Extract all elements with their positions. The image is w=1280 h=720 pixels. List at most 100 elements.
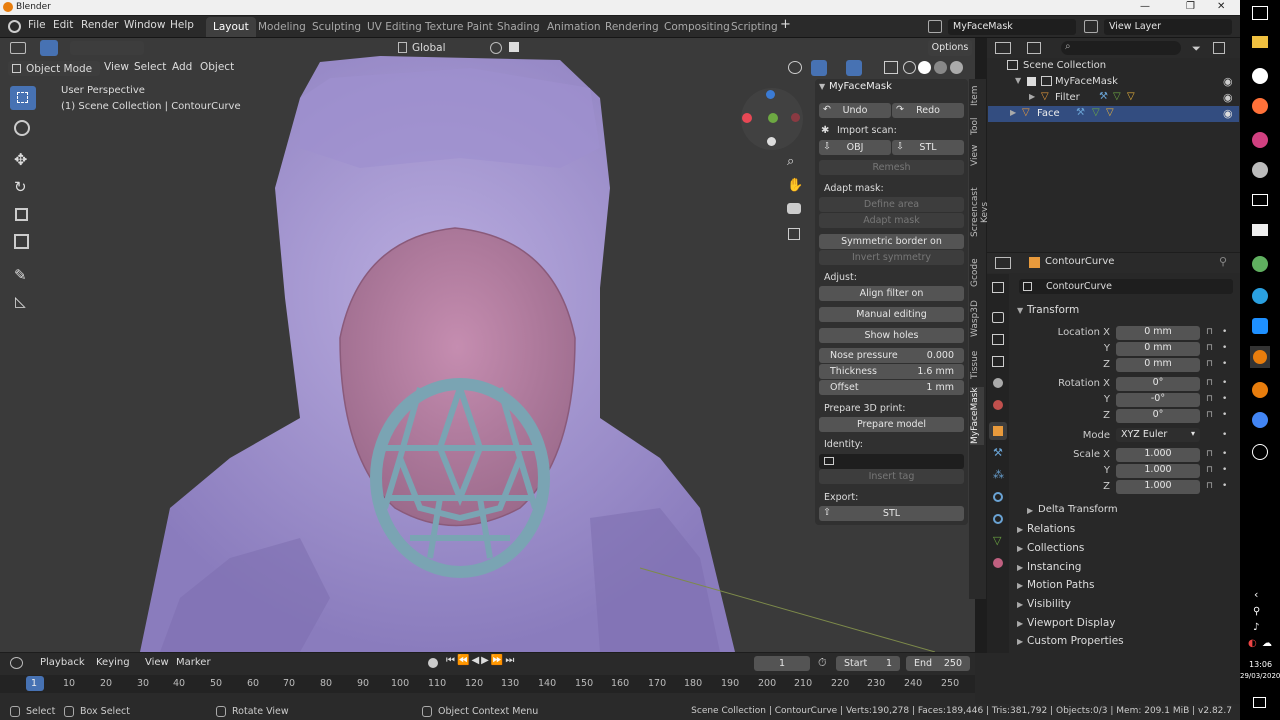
outliner-row-face-selected[interactable]: ▶ ▽ Face ⚒ ▽ ▽ ◉ (988, 106, 1239, 122)
define-area-button[interactable]: Define area (819, 197, 964, 212)
expand-icon[interactable]: ▶ (1017, 544, 1023, 553)
stopwatch-icon[interactable]: ⏱ (818, 656, 827, 670)
jump-end-icon[interactable]: ⏭ (505, 655, 516, 666)
lock-icon[interactable]: ⊓ (1206, 410, 1213, 420)
tab-myfacemask[interactable]: MyFaceMask (970, 387, 984, 445)
menu-help[interactable]: Help (170, 19, 194, 31)
add-workspace-button[interactable]: + (780, 17, 791, 32)
timeline-menu-playback[interactable]: Playback (40, 657, 85, 668)
timeline-editor-icon[interactable] (10, 657, 23, 669)
show-holes-button[interactable]: Show holes (819, 328, 964, 343)
outliner-scene-collection[interactable]: Scene Collection (1023, 60, 1106, 71)
tab-gcode[interactable]: Gcode (970, 257, 984, 289)
expand-icon[interactable]: ▶ (1017, 637, 1023, 646)
offset-field[interactable]: Offset 1 mm (819, 380, 964, 395)
viewport-display-section[interactable]: Viewport Display (1027, 617, 1115, 629)
transform-orientation-dropdown[interactable]: Global (412, 42, 446, 54)
tab-item[interactable]: Item (970, 84, 984, 108)
panel-collapse-icon[interactable]: ▼ (819, 82, 825, 91)
rotation-z-field[interactable]: 0° (1116, 409, 1200, 423)
scale-tool-icon[interactable] (15, 208, 28, 221)
tab-layout[interactable]: Layout (206, 17, 256, 37)
x-axis-icon[interactable] (742, 113, 752, 123)
volume-icon[interactable]: ♪ (1253, 622, 1259, 633)
neg-z-axis-icon[interactable] (767, 137, 776, 146)
eye-icon[interactable]: ◉ (1223, 75, 1233, 88)
menu-render[interactable]: Render (81, 19, 118, 31)
jump-start-icon[interactable]: ⏮ (446, 655, 457, 666)
object-tab[interactable] (989, 422, 1007, 440)
task-view-icon[interactable] (1252, 6, 1268, 20)
app-icon[interactable] (1252, 224, 1268, 236)
ortho-toggle-icon[interactable] (788, 228, 800, 240)
tab-modeling[interactable]: Modeling (251, 17, 313, 37)
scene-icon[interactable] (928, 20, 942, 33)
instancing-section[interactable]: Instancing (1027, 561, 1081, 573)
expand-icon[interactable]: ▶ (1017, 581, 1023, 590)
viewport-menu-view[interactable]: View (104, 61, 129, 73)
selection-mode-buttons[interactable] (70, 41, 144, 55)
scale-z-field[interactable]: 1.000 (1116, 480, 1200, 494)
view-layer-field[interactable]: View Layer (1104, 19, 1232, 35)
end-frame-field[interactable]: End 250 (906, 656, 970, 671)
current-frame-field[interactable]: 1 (754, 656, 810, 671)
invert-symmetry-button[interactable]: Invert symmetry (819, 250, 964, 265)
annotate-tool-icon[interactable]: ✎ (14, 266, 27, 284)
viewport-menu-add[interactable]: Add (172, 61, 192, 73)
options-dropdown[interactable]: Options (928, 40, 972, 56)
network-icon[interactable]: ⚲ (1253, 606, 1260, 617)
nose-pressure-field[interactable]: Nose pressure 0.000 (819, 348, 964, 363)
blender-icon[interactable] (1252, 382, 1268, 398)
overlay-toggle-icon[interactable] (846, 60, 862, 76)
transform-tool-icon[interactable] (14, 234, 29, 249)
app-icon[interactable] (1252, 318, 1268, 334)
app-icon[interactable] (1252, 256, 1268, 272)
app-icon[interactable] (1252, 162, 1268, 178)
checkbox-icon[interactable] (1027, 77, 1036, 86)
material-tab-icon[interactable] (993, 558, 1003, 568)
zoom-icon[interactable]: ⌕ (787, 154, 794, 169)
close-button[interactable]: ✕ (1217, 1, 1225, 12)
keyframe-dot-icon[interactable]: • (1222, 394, 1227, 404)
expand-icon[interactable]: ▶ (1017, 619, 1023, 628)
delta-transform-header[interactable]: Delta Transform (1038, 504, 1118, 515)
cloud-icon[interactable]: ☁ (1262, 638, 1272, 649)
transform-section-header[interactable]: Transform (1027, 304, 1079, 316)
collections-section[interactable]: Collections (1027, 542, 1084, 554)
new-collection-icon[interactable] (1213, 42, 1225, 54)
visibility-section[interactable]: Visibility (1027, 598, 1071, 610)
expand-icon[interactable]: ▶ (1029, 92, 1035, 101)
menu-file[interactable]: File (28, 19, 46, 31)
keyframe-dot-icon[interactable]: • (1222, 359, 1227, 369)
eye-icon[interactable]: ◉ (1223, 91, 1233, 104)
tab-tool[interactable]: Tool (970, 115, 984, 137)
chrome-icon[interactable] (1252, 412, 1268, 428)
tab-scripting[interactable]: Scripting (724, 17, 785, 37)
location-y-field[interactable]: 0 mm (1116, 342, 1200, 356)
scale-x-field[interactable]: 1.000 (1116, 448, 1200, 462)
transform-collapse-icon[interactable]: ▼ (1017, 306, 1023, 315)
modifier-tab-icon[interactable]: ⚒ (993, 446, 1003, 459)
cursor-tool-icon[interactable] (14, 120, 30, 136)
scene-tab-icon[interactable] (993, 378, 1003, 388)
identity-input[interactable] (819, 454, 964, 469)
align-filter-button[interactable]: Align filter on (819, 286, 964, 301)
remesh-button[interactable]: Remesh (819, 160, 964, 175)
location-z-field[interactable]: 0 mm (1116, 358, 1200, 372)
play-icon[interactable]: ▶ (481, 655, 491, 666)
tool-tab-icon[interactable] (992, 282, 1004, 293)
tab-tissue[interactable]: Tissue (970, 349, 984, 381)
prepare-model-button[interactable]: Prepare model (819, 417, 964, 432)
motion-paths-section[interactable]: Motion Paths (1027, 579, 1094, 591)
clock-time[interactable]: 13:06 (1249, 660, 1272, 669)
viewport-menu-object[interactable]: Object (200, 61, 234, 73)
z-axis-icon[interactable] (766, 90, 775, 99)
tab-rendering[interactable]: Rendering (598, 17, 666, 37)
timeline-ruler[interactable]: 1 10 20 30 40 50 60 70 80 90 100 110 120… (0, 675, 975, 693)
expand-icon[interactable]: ▼ (1015, 76, 1021, 85)
expand-icon[interactable]: ▶ (1010, 108, 1016, 117)
tab-screencast-keys[interactable]: Screencast Keys (970, 176, 990, 248)
timeline-menu-marker[interactable]: Marker (176, 657, 211, 668)
navigation-gizmo[interactable] (741, 88, 803, 150)
eye-icon[interactable]: ◉ (1223, 107, 1233, 120)
